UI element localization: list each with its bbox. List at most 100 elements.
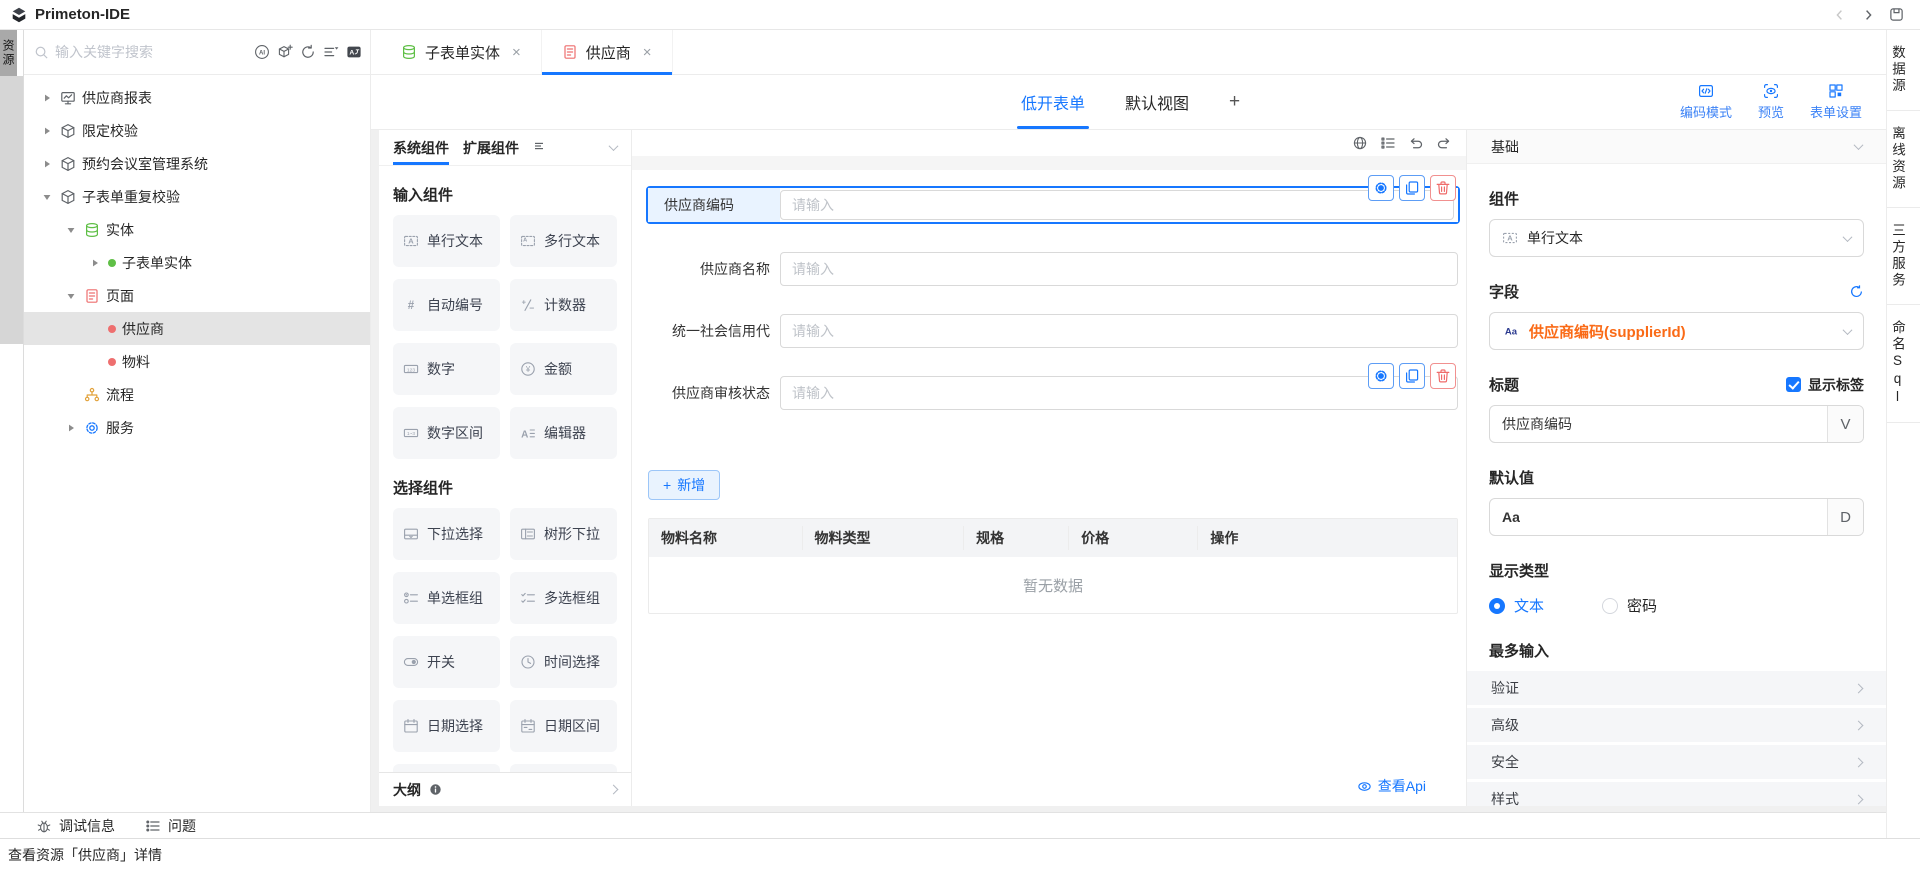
field-delete-button[interactable] — [1430, 363, 1456, 389]
rail-tab-resources[interactable]: 资源 — [0, 30, 17, 76]
component-chip-in-single[interactable]: A单行文本 — [393, 215, 500, 267]
doc-tab-1[interactable]: 子表单实体× — [381, 30, 542, 74]
component-chip-num123[interactable]: 123数字 — [393, 343, 500, 395]
tree-item-4[interactable]: 子表单重复校验 — [24, 180, 370, 213]
component-select[interactable]: A 单行文本 — [1489, 219, 1864, 257]
show-label-checkbox[interactable] — [1786, 377, 1801, 392]
component-chip-radio-group[interactable]: 单选框组 — [393, 572, 500, 624]
palette-tab-2[interactable]: 扩展组件 — [463, 130, 519, 165]
tree-item-6[interactable]: 子表单实体 — [24, 246, 370, 279]
outline-icon[interactable] — [1380, 135, 1396, 151]
tree-caret-icon[interactable] — [40, 159, 54, 169]
form-field-1[interactable]: 供应商编码请输入 — [646, 186, 1460, 224]
title-fx-button[interactable]: V — [1827, 406, 1863, 442]
palette-tab-1[interactable]: 系统组件 — [393, 130, 449, 165]
action-grid[interactable]: 表单设置 — [1810, 83, 1862, 121]
tree-caret-icon[interactable] — [64, 225, 78, 235]
default-fx-button[interactable]: D — [1827, 499, 1863, 535]
field-select[interactable]: Aa 供应商编码(supplierId) — [1489, 312, 1864, 350]
component-chip-calendar-range[interactable]: 日期区间 — [510, 700, 617, 752]
tree-item-11[interactable]: 服务 — [24, 411, 370, 444]
field-delete-button[interactable] — [1430, 175, 1456, 201]
component-chip-clock[interactable]: 时间选择 — [510, 636, 617, 688]
save-layout-icon[interactable] — [1889, 7, 1904, 22]
tree-caret-icon[interactable] — [88, 258, 102, 268]
tree-caret-icon[interactable] — [64, 291, 78, 301]
nav-forward-icon[interactable] — [1861, 8, 1875, 22]
search-input[interactable] — [55, 44, 248, 60]
component-chip-star[interactable]: 评分 — [393, 764, 500, 772]
field-settings-button[interactable] — [1368, 175, 1394, 201]
tree-item-9[interactable]: 物料 — [24, 345, 370, 378]
props-section-4[interactable]: 样式 — [1467, 782, 1886, 806]
add-view-button[interactable]: + — [1229, 75, 1240, 129]
tree-item-3[interactable]: 预约会议室管理系统 — [24, 147, 370, 180]
field-copy-button[interactable] — [1399, 175, 1425, 201]
ai-icon[interactable]: AI — [254, 44, 270, 60]
doc-tab-2[interactable]: 供应商× — [542, 30, 673, 74]
field-input[interactable]: 请输入 — [780, 190, 1454, 220]
tree-item-7[interactable]: 页面 — [24, 279, 370, 312]
default-value-input[interactable] — [1490, 499, 1827, 535]
refresh-icon[interactable] — [300, 44, 316, 60]
tree-item-10[interactable]: 流程 — [24, 378, 370, 411]
field-input[interactable]: 请输入 — [780, 376, 1458, 410]
collapse-chevron-icon[interactable] — [1854, 140, 1864, 150]
right-rail-tab-4[interactable]: 命名Sql — [1887, 305, 1920, 423]
tree-caret-icon[interactable] — [40, 126, 54, 136]
outline-expand-chevron-icon[interactable] — [609, 785, 619, 795]
form-field-4[interactable]: 供应商审核状态请输入 — [648, 376, 1458, 410]
view-tab-1[interactable]: 低开表单 — [1021, 75, 1085, 129]
component-chip-color[interactable]: 颜色选择 — [510, 764, 617, 772]
view-api-link[interactable]: 查看Api — [1357, 776, 1426, 796]
action-eye-scan[interactable]: 预览 — [1758, 83, 1784, 121]
field-input[interactable]: 请输入 — [780, 314, 1458, 348]
props-section-basic[interactable]: 基础 — [1467, 130, 1886, 164]
component-chip-calendar[interactable]: 日期选择 — [393, 700, 500, 752]
tree-caret-icon[interactable] — [40, 192, 54, 202]
component-chip-check-group[interactable]: 多选框组 — [510, 572, 617, 624]
display-type-radio-2[interactable]: 密码 — [1602, 595, 1657, 616]
component-chip-switch[interactable]: 开关 — [393, 636, 500, 688]
bottom-tab-2[interactable]: 问题 — [145, 816, 196, 836]
field-refresh-icon[interactable] — [1849, 284, 1864, 299]
tab-close-icon[interactable]: × — [643, 44, 652, 61]
sort-icon[interactable] — [323, 44, 339, 60]
nav-back-icon[interactable] — [1833, 8, 1847, 22]
form-field-3[interactable]: 统一社会信用代请输入 — [648, 314, 1458, 348]
globe-icon[interactable] — [1352, 135, 1368, 151]
tree-caret-icon[interactable] — [64, 423, 78, 433]
right-rail-tab-2[interactable]: 离线资源 — [1887, 111, 1920, 208]
tree-item-8[interactable]: 供应商 — [24, 312, 370, 345]
props-section-1[interactable]: 验证 — [1467, 671, 1886, 705]
right-rail-tab-3[interactable]: 三方服务 — [1887, 208, 1920, 305]
palette-collapse-chevron-icon[interactable] — [609, 141, 619, 151]
display-type-radio-1[interactable]: 文本 — [1489, 595, 1544, 616]
tree-item-2[interactable]: 限定校验 — [24, 114, 370, 147]
component-chip-money[interactable]: ¥金额 — [510, 343, 617, 395]
component-chip-counter[interactable]: +−计数器 — [510, 279, 617, 331]
cube-plus-icon[interactable] — [277, 44, 293, 60]
component-chip-select[interactable]: 下拉选择 — [393, 508, 500, 560]
field-copy-button[interactable] — [1399, 363, 1425, 389]
translate-icon[interactable]: A — [346, 44, 362, 60]
tree-item-1[interactable]: 供应商报表 — [24, 81, 370, 114]
field-settings-button[interactable] — [1368, 363, 1394, 389]
undo-icon[interactable] — [1408, 135, 1424, 151]
add-row-button[interactable]: +新增 — [648, 470, 720, 500]
outline-bar[interactable]: 大纲 — [379, 772, 631, 806]
palette-menu-icon[interactable] — [533, 139, 545, 157]
component-chip-hash[interactable]: #自动编号 — [393, 279, 500, 331]
form-field-2[interactable]: 供应商名称请输入 — [648, 252, 1458, 286]
redo-icon[interactable] — [1436, 135, 1452, 151]
title-input[interactable] — [1490, 406, 1827, 442]
props-section-2[interactable]: 高级 — [1467, 708, 1886, 742]
component-chip-in-multi[interactable]: A多行文本 — [510, 215, 617, 267]
component-chip-editor[interactable]: A编辑器 — [510, 407, 617, 459]
right-rail-tab-1[interactable]: 数据源 — [1887, 30, 1920, 111]
field-input[interactable]: 请输入 — [780, 252, 1458, 286]
tree-caret-icon[interactable] — [40, 93, 54, 103]
props-section-3[interactable]: 安全 — [1467, 745, 1886, 779]
tab-close-icon[interactable]: × — [512, 44, 521, 61]
component-chip-range13[interactable]: 1~3数字区间 — [393, 407, 500, 459]
